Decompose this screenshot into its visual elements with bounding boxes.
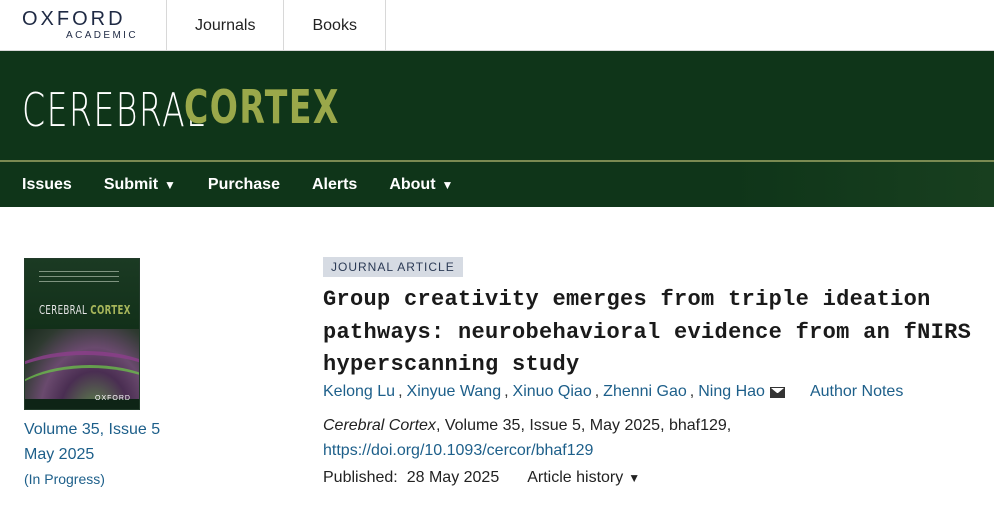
- article-type-badge: JOURNAL ARTICLE: [323, 257, 463, 277]
- oxford-academic-logo[interactable]: OXFORD ACADEMIC: [22, 9, 142, 43]
- author-link[interactable]: Xinyue Wang: [407, 383, 502, 401]
- nav-bar-gradient: [734, 162, 994, 207]
- journal-title-cerebral: CEREBRAL: [22, 83, 206, 137]
- site-header: OXFORD ACADEMIC Journals Books: [0, 0, 994, 51]
- chevron-down-icon: ▼: [164, 177, 176, 192]
- author-separator: ,: [504, 383, 509, 400]
- cover-journal-title: CEREBRAL CORTEX: [39, 303, 131, 317]
- nav-about-label: About: [389, 175, 436, 193]
- author-link[interactable]: Ning Hao: [698, 383, 765, 401]
- cover-publisher-mark: OXFORD: [95, 395, 131, 402]
- citation-details: , Volume 35, Issue 5, May 2025, bhaf129,: [435, 417, 732, 434]
- cover-text-lines: [39, 271, 119, 286]
- author-notes-link[interactable]: Author Notes: [810, 383, 903, 401]
- published-row: Published: 28 May 2025 Article history ▼: [323, 467, 640, 489]
- chevron-down-icon: ▼: [441, 177, 454, 192]
- nav-issues[interactable]: Issues: [22, 176, 72, 194]
- citation-line: Cerebral Cortex, Volume 35, Issue 5, May…: [323, 417, 731, 435]
- nav-issues-label: Issues: [22, 175, 72, 193]
- article-title-line: hyperscanning study: [323, 352, 580, 377]
- author-link[interactable]: Kelong Lu: [323, 383, 395, 401]
- journal-title-cortex: CORTEX: [184, 80, 340, 134]
- issue-volume-link[interactable]: Volume 35, Issue 5: [24, 421, 160, 439]
- author-separator: ,: [398, 383, 403, 400]
- nav-purchase-label: Purchase: [207, 175, 280, 193]
- top-nav: Journals Books: [166, 0, 386, 51]
- cover-arc-green: [25, 365, 139, 409]
- citation-journal: Cerebral Cortex: [323, 417, 436, 434]
- logo-oxford-text: OXFORD: [22, 8, 126, 30]
- article-title-line: pathways: neurobehavioral evidence from …: [323, 319, 972, 345]
- author-separator: ,: [689, 383, 695, 400]
- cover-header: [25, 259, 139, 329]
- published-date: 28 May 2025: [406, 469, 500, 486]
- nav-purchase[interactable]: Purchase: [208, 176, 280, 194]
- author-list: Kelong Lu , Xinyue Wang , Xinuo Qiao , Z…: [323, 381, 903, 403]
- published-label: Published:: [323, 469, 398, 486]
- author-separator: ,: [594, 383, 600, 400]
- nav-alerts-label: Alerts: [311, 175, 358, 193]
- nav-submit-label: Submit: [103, 175, 159, 193]
- cover-title-cerebral: CEREBRAL: [39, 303, 88, 317]
- author-link[interactable]: Zhenni Gao: [603, 383, 687, 401]
- issue-date-link[interactable]: May 2025: [24, 446, 94, 464]
- article-title-line: Group creativity emerges from triple ide…: [323, 287, 931, 312]
- issue-cover-image[interactable]: CEREBRAL CORTEX OXFORD: [24, 258, 140, 410]
- logo-academic-text: ACADEMIC: [66, 30, 138, 41]
- cover-title-cortex: CORTEX: [90, 303, 131, 317]
- journal-nav: Issues Submit ▼ Purchase Alerts About ▼: [22, 162, 485, 207]
- journal-title-logo[interactable]: CEREBRAL CORTEX: [22, 77, 338, 137]
- issue-status: (In Progress): [24, 471, 105, 487]
- nav-submit[interactable]: Submit ▼: [104, 176, 176, 194]
- author-link[interactable]: Xinuo Qiao: [513, 383, 592, 401]
- article-history-label: Article history: [527, 469, 624, 486]
- nav-alerts[interactable]: Alerts: [312, 176, 357, 194]
- doi-link[interactable]: https://doi.org/10.1093/cercor/bhaf129: [323, 442, 593, 460]
- article-history-toggle[interactable]: Article history ▼: [527, 469, 640, 487]
- nav-about[interactable]: About ▼: [389, 176, 453, 194]
- chevron-down-icon: ▼: [628, 471, 641, 485]
- topnav-journals-link[interactable]: Journals: [166, 0, 283, 51]
- article-title: Group creativity emerges from triple ide…: [323, 284, 973, 382]
- mail-icon[interactable]: [769, 386, 785, 398]
- topnav-books-link[interactable]: Books: [283, 0, 386, 51]
